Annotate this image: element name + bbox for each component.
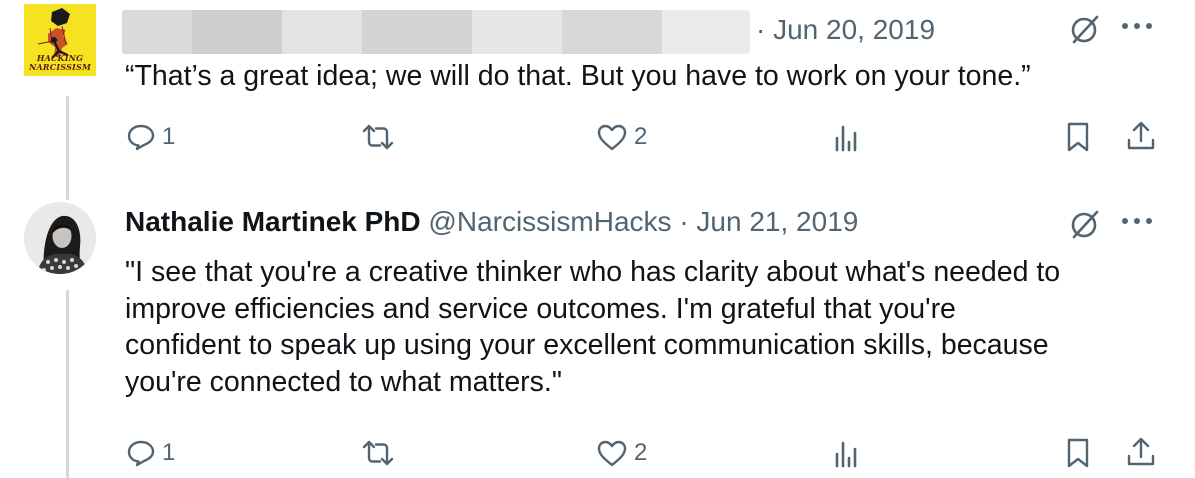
- redacted-author: [122, 10, 750, 54]
- views-icon: [835, 441, 857, 468]
- bookmark-icon: [1067, 438, 1089, 468]
- reply-icon: [127, 124, 155, 151]
- reply-icon: [127, 440, 155, 467]
- like-button[interactable]: 2: [596, 122, 647, 152]
- like-button[interactable]: 2: [596, 438, 647, 468]
- reply-count: 1: [162, 123, 176, 150]
- tweet-text: "I see that you're a creative thinker wh…: [125, 256, 1061, 398]
- thread-line: [66, 96, 69, 200]
- retweet-button[interactable]: [360, 122, 402, 152]
- grok-icon[interactable]: [1068, 12, 1102, 46]
- retweet-icon: [362, 124, 394, 150]
- like-icon: [597, 440, 627, 467]
- bookmark-button[interactable]: [1066, 121, 1090, 153]
- views-icon: [835, 125, 857, 152]
- like-icon: [597, 124, 627, 151]
- share-button[interactable]: [1125, 120, 1157, 152]
- tweet-text: “That’s a great idea; we will do that. B…: [125, 60, 1031, 92]
- more-icon[interactable]: [1120, 216, 1154, 226]
- share-icon: [1127, 121, 1155, 150]
- avatar[interactable]: HACKING NARCISSISM: [24, 4, 96, 76]
- bookmark-button[interactable]: [1066, 437, 1090, 469]
- like-count: 2: [634, 123, 648, 150]
- views-button[interactable]: [834, 440, 866, 468]
- tweet-header: Nathalie Martinek PhD @NarcissismHacks ·…: [125, 206, 858, 238]
- views-button[interactable]: [834, 124, 866, 152]
- share-button[interactable]: [1125, 436, 1157, 468]
- bookmark-icon: [1067, 122, 1089, 152]
- share-icon: [1127, 437, 1155, 466]
- thread-line: [66, 290, 69, 478]
- author-name[interactable]: Nathalie Martinek PhD: [125, 206, 421, 237]
- avatar-photo: [24, 202, 96, 274]
- like-count: 2: [634, 439, 648, 466]
- reply-count: 1: [162, 439, 176, 466]
- author-handle[interactable]: @NarcissismHacks: [428, 206, 671, 237]
- retweet-icon: [362, 440, 394, 466]
- grok-icon[interactable]: [1068, 207, 1102, 241]
- reply-button[interactable]: 1: [126, 438, 175, 468]
- reply-button[interactable]: 1: [126, 122, 175, 152]
- separator-dot: ·: [679, 206, 689, 237]
- more-icon[interactable]: [1120, 21, 1154, 31]
- avatar-logo-text: HACKING NARCISSISM: [28, 53, 92, 72]
- tweet-date[interactable]: Jun 21, 2019: [696, 206, 858, 237]
- retweet-button[interactable]: [360, 438, 402, 468]
- avatar[interactable]: [24, 202, 96, 274]
- tweet-date[interactable]: · Jun 20, 2019: [756, 14, 935, 46]
